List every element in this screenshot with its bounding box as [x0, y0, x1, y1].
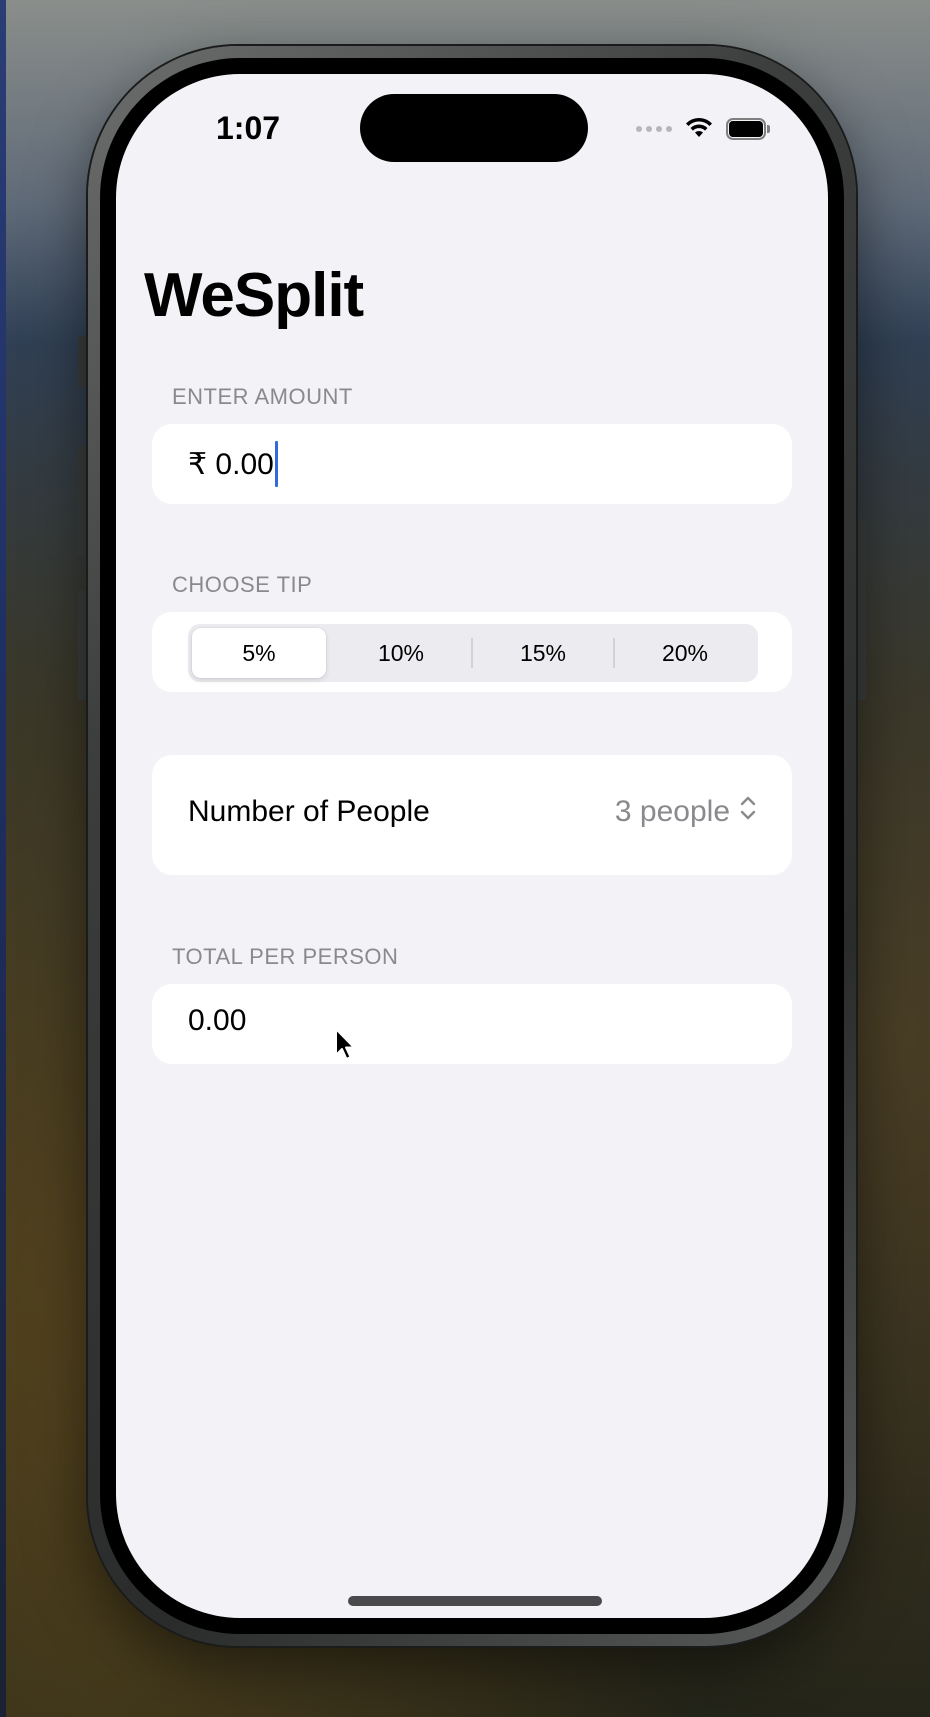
amount-input[interactable]: ₹ 0.00: [188, 441, 278, 487]
tip-option-10[interactable]: 10%: [334, 628, 468, 678]
tip-option-5[interactable]: 5%: [192, 628, 326, 678]
tip-option-20[interactable]: 20%: [618, 628, 752, 678]
tip-card: 5% 10% 15% 20%: [152, 612, 792, 692]
amount-section-header: ENTER AMOUNT: [172, 384, 353, 409]
wifi-icon: [684, 115, 714, 144]
desktop-background-strip: [0, 0, 6, 1717]
chevron-up-down-icon: [740, 795, 756, 829]
total-section-header: TOTAL PER PERSON: [172, 944, 399, 969]
cellular-signal-icon: [636, 126, 672, 132]
battery-icon: [726, 118, 770, 140]
people-value: 3 people: [614, 795, 730, 828]
status-icons: [636, 112, 770, 146]
mouse-pointer-icon: [334, 1027, 356, 1063]
dynamic-island: [360, 94, 588, 162]
segment-divider: [613, 638, 615, 668]
tip-option-15[interactable]: 15%: [476, 628, 610, 678]
power-button: [856, 520, 866, 700]
home-indicator[interactable]: [348, 1596, 602, 1606]
people-label: Number of People: [188, 795, 430, 828]
amount-value: ₹ 0.00: [188, 447, 274, 481]
segment-divider: [471, 638, 473, 668]
phone-screen: 1:07 WeSplit ENTER AMOUNT ₹ 0.00 CHOOSE …: [116, 74, 828, 1618]
people-card: Number of People 3 people: [152, 755, 792, 875]
status-time: 1:07: [216, 110, 281, 146]
people-picker[interactable]: 3 people: [615, 795, 756, 829]
amount-card[interactable]: ₹ 0.00: [152, 424, 792, 504]
total-card: 0.00: [152, 984, 792, 1064]
tip-segmented-control[interactable]: 5% 10% 15% 20%: [188, 624, 758, 682]
text-cursor: [274, 441, 278, 487]
tip-section-header: CHOOSE TIP: [172, 572, 313, 597]
page-title: WeSplit: [144, 261, 364, 330]
volume-up-button: [78, 446, 88, 556]
total-per-person-value: 0.00: [188, 1004, 247, 1037]
action-button: [78, 336, 88, 388]
volume-down-button: [78, 590, 88, 700]
